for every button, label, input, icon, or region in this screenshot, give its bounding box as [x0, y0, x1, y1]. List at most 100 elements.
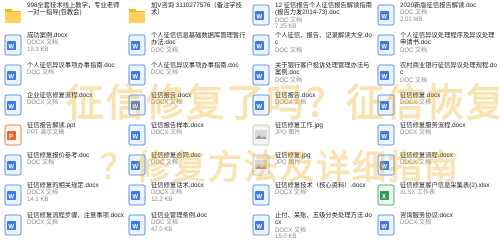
file-info: 征信报告样本.docx DOCX 文档 [151, 122, 249, 137]
file-name: 加V咨询 3110277576（备注学技术） [151, 2, 242, 17]
file-type: JPG 图片 [275, 130, 301, 137]
file-item[interactable]: W 个人征信异议事项办事指南.doc DOC 文档 [128, 62, 252, 96]
file-name: 成功案例.docx [27, 32, 68, 39]
file-type: XLSX 工作表 [400, 190, 436, 197]
file-item[interactable]: W 征信修复话术.docx DOCX 文档 12.2 KB [128, 182, 252, 216]
file-name: 个人征信异议事项办事指南.doc [27, 62, 115, 69]
file-name: 征信修复流程步骤、注意事项.docx [27, 212, 124, 219]
file-size: 14.1 KB [27, 197, 49, 203]
svg-text:W: W [8, 195, 14, 201]
word-doc-icon: W [252, 4, 270, 26]
file-item[interactable]: W 征信报告.docx DOCX 文档 [252, 92, 376, 126]
file-type: DOC 文档 [275, 47, 303, 54]
svg-text:W: W [8, 165, 14, 171]
word-doc-icon: W [377, 214, 395, 236]
word-doc-icon: W [377, 154, 395, 176]
file-item[interactable]: W 成功案例.docx DOCX 文档 19.3 KB [4, 32, 128, 66]
word-doc-icon: W [128, 184, 146, 206]
file-name: 止付、呆账、五级分类处理方法.docx [275, 212, 372, 227]
file-item[interactable]: W 征信修复流程.docx DOCX 文档 [377, 152, 499, 186]
file-info: 征信修复.jpg JPG 图片 [275, 152, 373, 167]
file-info: 征信修复报价参考.doc DOC 文档 [27, 152, 125, 167]
word-doc-icon: W [252, 64, 270, 86]
file-name: 征信修复工作.jpg [275, 122, 323, 129]
svg-text:W: W [256, 75, 262, 81]
file-size: 7.25 KB [275, 24, 297, 31]
file-info: 征信修复的相关规定.docx DOCX 文档 14.1 KB [27, 182, 125, 204]
file-info: 农村商业银行征信异议处理规程.doc DOC 文档 [400, 62, 498, 84]
file-item[interactable]: P 征信报告解读.ppt PPT 演示文稿 [4, 122, 128, 156]
file-item[interactable]: W 征信报告.docx DOCX 文档 [128, 92, 252, 126]
file-grid: 998全套技术线上教学，专业老师一对一指导(包教会) 加V咨询 311027757… [0, 0, 499, 241]
file-item[interactable]: W 关于银行客户投诉处理管理办法与案例.doc DOC 文档 [252, 62, 376, 96]
svg-text:W: W [256, 225, 262, 231]
file-type: DOC 文档 [275, 77, 303, 84]
file-name: 征信修复客户信息采集表(2).xlsx [400, 182, 490, 189]
file-item[interactable]: W 征信修复报价参考.doc DOC 文档 [4, 152, 128, 186]
file-item[interactable]: W 企业征信修复流程.docx DOCX 文档 [4, 92, 128, 126]
file-item[interactable]: W 个人征信异议事项办事指南.doc DOC 文档 [4, 62, 128, 96]
word-doc-icon: W [4, 64, 22, 86]
file-info: 征信业管理条例.doc DOC 文档 47.0 KB [151, 212, 249, 234]
file-type: DOCX 文档 [400, 220, 432, 227]
svg-text:W: W [381, 15, 387, 21]
file-item[interactable]: W 农村商业银行征信异议处理规程.doc DOC 文档 [377, 62, 499, 96]
file-item[interactable]: W 征信修复合同.doc DOC 文档 [128, 152, 252, 186]
file-type: JPG 图片 [275, 160, 301, 167]
file-info: 个人征信异议事项办事指南.doc DOC 文档 [27, 62, 125, 77]
svg-text:W: W [132, 135, 138, 141]
svg-text:W: W [381, 135, 387, 141]
file-item[interactable]: W 征信修复技术（核心资料）.docx DOCX 文档 [252, 182, 376, 216]
file-name: 征信修复话术.docx [151, 182, 204, 189]
file-type: DOCX 文档 [275, 227, 307, 234]
file-name: 农村商业银行征信异议处理规程.doc [400, 62, 497, 77]
file-name: 征信修复.jpg [275, 152, 311, 159]
file-name: 征信修复.docx [400, 92, 441, 99]
file-name: 企业征信修复流程.docx [27, 92, 93, 99]
file-item[interactable]: W 个人征信信息基础数据库管理暂行办法.doc DOC 文档 [128, 32, 252, 66]
file-info: 征信修复流程.docx DOCX 文档 [400, 152, 498, 167]
file-item[interactable]: 征信修复工作.jpg JPG 图片 [252, 122, 376, 156]
file-type: DOCX 文档 [27, 190, 59, 197]
file-item[interactable]: W 征信报告样本.docx DOCX 文档 [128, 122, 252, 156]
word-doc-icon: W [128, 154, 146, 176]
file-item[interactable]: 加V咨询 3110277576（备注学技术） [128, 2, 252, 36]
file-item[interactable]: W 2020新版征信报告解读.doc DOC 文档 2.01 MB [377, 2, 499, 36]
svg-text:W: W [256, 195, 262, 201]
file-name: 征信报告.docx [275, 92, 316, 99]
file-type: DOC 文档 [400, 10, 428, 17]
word-doc-icon: W [252, 184, 270, 206]
file-info: 征信报告解读.ppt PPT 演示文稿 [27, 122, 125, 137]
file-type: DOC 文档 [27, 70, 55, 77]
svg-text:W: W [381, 165, 387, 171]
file-name: 征信修复服务流程.docx [400, 122, 466, 129]
file-item[interactable]: W 征信修复的相关规定.docx DOCX 文档 14.1 KB [4, 182, 128, 216]
file-type: DOC 文档 [151, 47, 179, 54]
file-item[interactable]: X 征信修复客户信息采集表(2).xlsx XLSX 工作表 [377, 182, 499, 216]
word-doc-icon: W [4, 34, 22, 56]
file-info: 个人征信、报告、记录解读大全.doc DOC 文档 [275, 32, 373, 54]
file-item[interactable]: W 个人征信异议处理程序及异议处理申请书.doc DOC 文档 [377, 32, 499, 66]
file-type: DOC 文档 [400, 47, 428, 54]
file-item[interactable]: W 12 征信报告个人征信报告解读指南(报告力发2014-73).doc DOC 文… [252, 2, 376, 36]
file-item[interactable]: W 征信修复服务流程.docx DOCX 文档 [377, 122, 499, 156]
file-name: 咨询服务协议.docx [400, 212, 453, 219]
file-item[interactable]: 征信修复.jpg JPG 图片 [252, 152, 376, 186]
svg-text:W: W [132, 165, 138, 171]
file-info: 加V咨询 3110277576（备注学技术） [151, 2, 249, 17]
file-type: DOCX 文档 [27, 220, 59, 227]
file-type: DOCX 文档 [400, 100, 432, 107]
file-info: 征信修复流程步骤、注意事项.docx DOCX 文档 [27, 212, 125, 227]
file-info: 征信修复服务流程.docx DOCX 文档 [400, 122, 498, 137]
file-item[interactable]: 998全套技术线上教学，专业老师一对一指导(包教会) [4, 2, 128, 36]
file-item[interactable]: W 个人征信、报告、记录解读大全.doc DOC 文档 [252, 32, 376, 66]
ppt-icon: P [4, 124, 22, 146]
word-doc-icon: W [252, 94, 270, 116]
file-info: 征信报告.docx DOCX 文档 [275, 92, 373, 107]
file-name: 征信修复合同.doc [151, 152, 201, 159]
file-info: 个人征信异议事项办事指南.doc DOC 文档 [151, 62, 249, 77]
file-name: 个人征信信息基础数据库管理暂行办法.doc [151, 32, 246, 47]
file-type: DOCX 文档 [275, 190, 307, 197]
file-item[interactable]: W 征信修复.docx DOCX 文档 [377, 92, 499, 126]
svg-text:W: W [8, 225, 14, 231]
